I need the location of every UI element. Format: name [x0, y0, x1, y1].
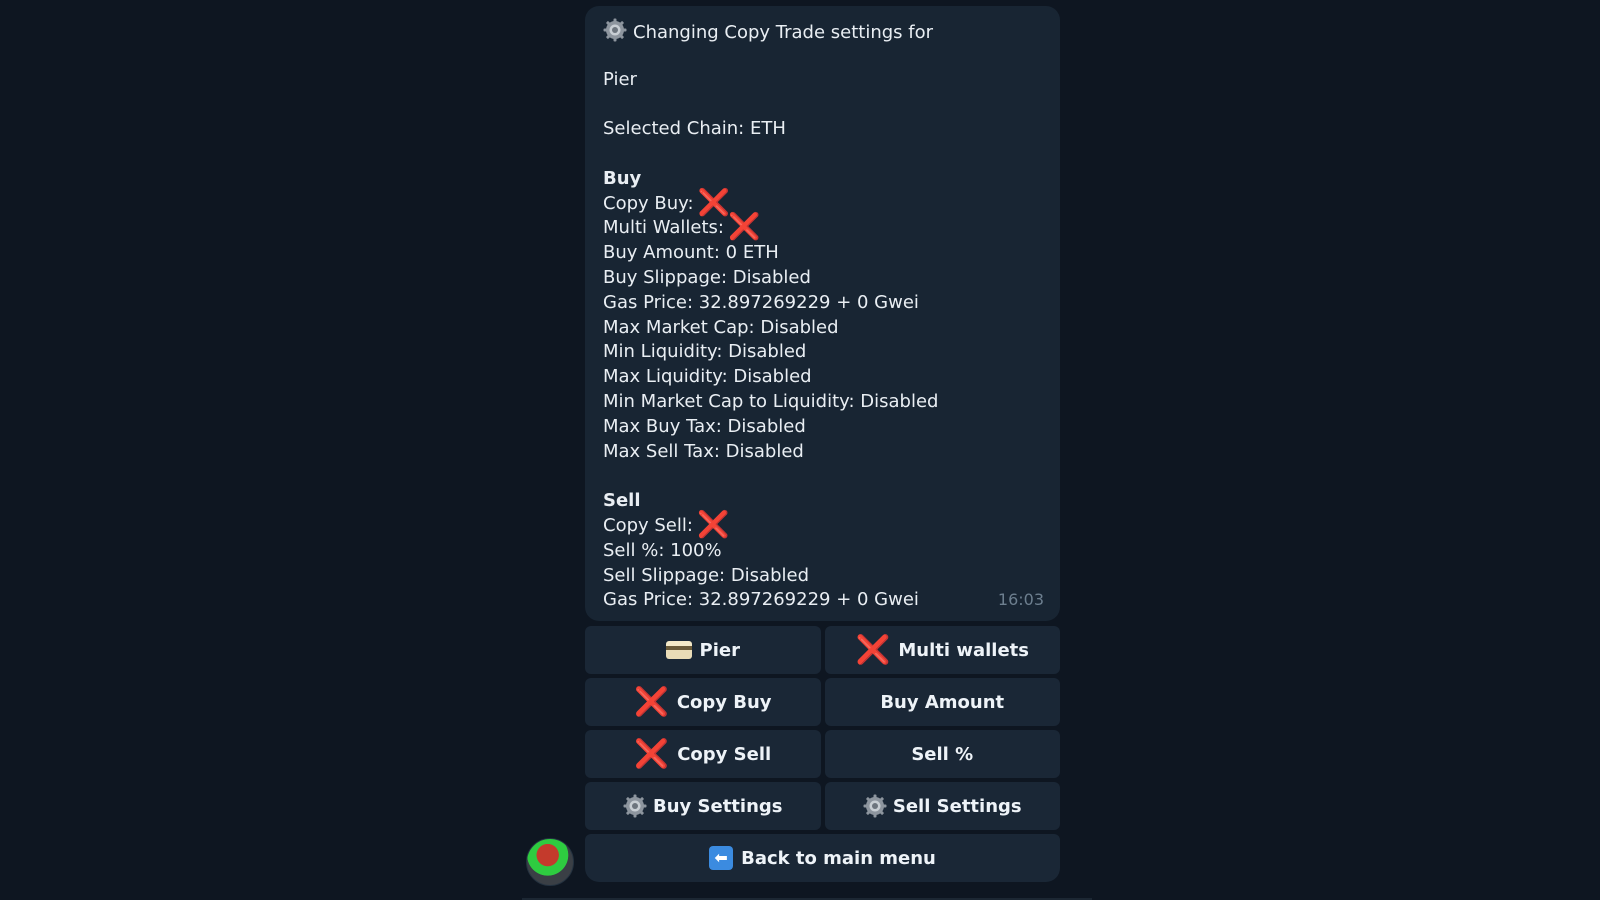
- keyboard-row: Pier ❌ Multi wallets: [585, 626, 1060, 674]
- inline-keyboard: Pier ❌ Multi wallets ❌ Copy Buy Buy Amou…: [585, 626, 1060, 886]
- copy-sell-label: Copy Sell:: [603, 514, 693, 536]
- cross-mark-icon: ❌: [855, 633, 891, 666]
- sell-slippage-line: Sell Slippage: Disabled: [603, 564, 810, 586]
- sell-percent-button-label: Sell %: [911, 743, 974, 765]
- selected-chain: Selected Chain: ETH: [603, 118, 786, 140]
- keyboard-row: ❌ Copy Sell Sell %: [585, 730, 1060, 778]
- min-liquidity-line: Min Liquidity: Disabled: [603, 341, 807, 363]
- gear-icon: [603, 18, 627, 42]
- sell-settings-button[interactable]: Sell Settings: [824, 782, 1060, 830]
- copy-buy-button-label: Copy Buy: [676, 691, 772, 713]
- pier-wallet-button[interactable]: Pier: [585, 626, 821, 674]
- cross-mark-icon: ❌: [633, 685, 669, 718]
- credit-card-icon: [665, 641, 692, 659]
- chat-area: Changing Copy Trade settings for Pier Se…: [0, 0, 1600, 900]
- sell-gas-price-line: Gas Price: 32.897269229 + 0 Gwei: [603, 589, 919, 611]
- gear-icon: [623, 794, 647, 818]
- buy-slippage-line: Buy Slippage: Disabled: [603, 266, 811, 288]
- gear-icon: [863, 794, 887, 818]
- keyboard-row: ⬅ Back to main menu: [585, 834, 1060, 882]
- buy-amount-button-label: Buy Amount: [880, 691, 1005, 713]
- buy-amount-line: Buy Amount: 0 ETH: [603, 242, 779, 264]
- header-text: Changing Copy Trade settings for: [633, 22, 934, 43]
- cross-mark-icon: ❌: [697, 187, 730, 218]
- cross-mark-icon: ❌: [634, 737, 670, 770]
- buy-settings-button[interactable]: Buy Settings: [585, 782, 821, 830]
- multi-wallets-label: Multi Wallets:: [603, 217, 724, 239]
- pier-button-label: Pier: [699, 639, 740, 661]
- max-liquidity-line: Max Liquidity: Disabled: [603, 366, 812, 388]
- back-arrow-icon: ⬅: [709, 846, 734, 870]
- copy-sell-button-label: Copy Sell: [677, 743, 772, 765]
- multi-wallets-status: Multi Wallets: ❌: [603, 212, 1042, 243]
- copy-sell-status: Copy Sell: ❌: [603, 509, 1042, 540]
- multi-wallets-button-label: Multi wallets: [898, 639, 1029, 661]
- copy-buy-label: Copy Buy:: [603, 192, 694, 214]
- sell-settings-button-label: Sell Settings: [892, 795, 1022, 817]
- message-time: 16:03: [997, 590, 1044, 610]
- keyboard-row: Buy Settings Sell Settings: [585, 782, 1060, 830]
- sell-percent-button[interactable]: Sell %: [824, 730, 1060, 778]
- copy-sell-button[interactable]: ❌ Copy Sell: [585, 730, 821, 778]
- copy-buy-button[interactable]: ❌ Copy Buy: [585, 678, 821, 726]
- bot-message: Changing Copy Trade settings for Pier Se…: [585, 6, 1060, 621]
- back-button-label: Back to main menu: [741, 847, 936, 869]
- max-sell-tax-line: Max Sell Tax: Disabled: [603, 440, 804, 462]
- buy-gas-price-line: Gas Price: 32.897269229 + 0 Gwei: [603, 291, 919, 313]
- multi-wallets-button[interactable]: ❌ Multi wallets: [824, 626, 1060, 674]
- cross-mark-icon: ❌: [727, 212, 761, 243]
- sell-percent-line: Sell %: 100%: [603, 539, 722, 561]
- max-market-cap-line: Max Market Cap: Disabled: [603, 316, 839, 338]
- buy-amount-button[interactable]: Buy Amount: [824, 678, 1060, 726]
- max-buy-tax-line: Max Buy Tax: Disabled: [603, 415, 806, 437]
- wallet-name: Pier: [603, 68, 637, 90]
- keyboard-row: ❌ Copy Buy Buy Amount: [585, 678, 1060, 726]
- buy-section-title: Buy: [603, 167, 642, 189]
- buy-settings-button-label: Buy Settings: [653, 795, 783, 817]
- message-header: Changing Copy Trade settings for: [603, 18, 1042, 43]
- sell-section-title: Sell: [603, 490, 641, 512]
- cross-mark-icon: ❌: [696, 509, 730, 540]
- min-mcap-to-liquidity-line: Min Market Cap to Liquidity: Disabled: [603, 390, 939, 412]
- bot-avatar[interactable]: [526, 838, 574, 886]
- copy-buy-status: Copy Buy: ❌: [603, 187, 1042, 218]
- back-to-main-menu-button[interactable]: ⬅ Back to main menu: [585, 834, 1060, 882]
